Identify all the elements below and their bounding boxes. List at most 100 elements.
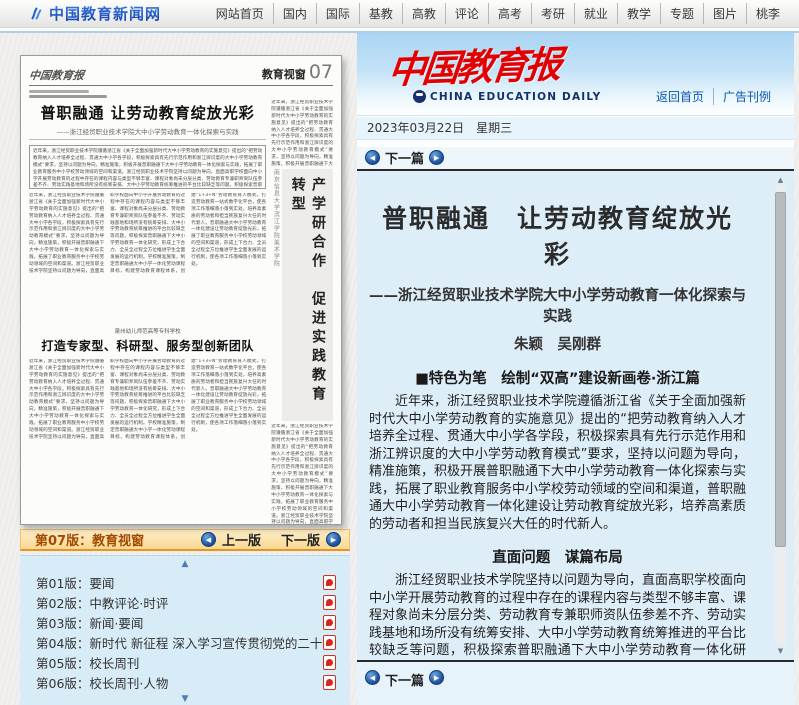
paper-main-column: 普职融通 让劳动教育绽放光彩 ——浙江经贸职业技术学院大中小学劳动教育一体化探索… <box>29 100 266 525</box>
article-section-heading-1: 直面问题 谋篇布局 <box>369 546 746 567</box>
article-paragraph-1: 近年来，浙江经贸职业技术学院遵循浙江省《关于全面加强新时代大中小学劳动教育的实施… <box>369 393 746 533</box>
article-content: 普职融通 让劳动教育绽放光彩 ——浙江经贸职业技术学院大中小学劳动教育一体化探索… <box>357 171 794 660</box>
paper-lead-box: 近年来，浙江经贸职业技术学院遵循浙江省《关于全面加强新时代大中小学劳动教育的实施… <box>29 145 266 189</box>
prev-edition-button[interactable]: 上一版 <box>222 530 261 549</box>
pdf-icon[interactable] <box>323 635 336 650</box>
site-logo-text: 中国教育新闻网 <box>49 3 161 24</box>
article-authors: 朱颖 吴刚群 <box>369 333 746 354</box>
article-title: 普职融通 让劳动教育绽放光彩 <box>369 199 746 271</box>
edition-row-02[interactable]: 第02版：中教评论·时评 <box>20 592 350 612</box>
paper-side-column: 近年来，浙江经贸职业技术学院遵循浙江省《关于全面加强新时代大中小学劳动教育的实施… <box>271 100 333 525</box>
masthead: 中国教育报 CHINA EDUCATION DAILY 返回首页 广告刊例 <box>357 33 794 116</box>
nav-item-teaching[interactable]: 教学 <box>617 3 660 24</box>
paper-body: 普职融通 让劳动教育绽放光彩 ——浙江经贸职业技术学院大中小学劳动教育一体化探索… <box>29 100 333 525</box>
paper-text-columns-2: 近年来，浙江经贸职业技术学院遵循浙江省《关于全面加强新时代大中小学劳动教育的实施… <box>29 359 266 475</box>
next-edition-button[interactable]: 下一版 <box>281 530 320 549</box>
next-article-icon-bottom[interactable]: ▶ <box>429 670 444 685</box>
masthead-english: CHINA EDUCATION DAILY <box>413 90 601 103</box>
paper-header: 中国教育报 教育视窗 07 <box>29 61 333 86</box>
date-text: 2023年03月22日 星期三 <box>367 119 512 136</box>
pdf-icon[interactable] <box>323 675 336 690</box>
nav-item-special[interactable]: 专题 <box>660 3 703 24</box>
pdf-icon[interactable] <box>323 575 336 590</box>
edition-pagination: ◀ 上一版 下一版 ▶ <box>201 530 341 549</box>
nav-item-photos[interactable]: 图片 <box>703 3 746 24</box>
article-body-panel: 普职融通 让劳动教育绽放光彩 ——浙江经贸职业技术学院大中小学劳动教育一体化探索… <box>357 171 794 660</box>
nav-item-higher-edu[interactable]: 高教 <box>402 3 445 24</box>
paper-vertical-article: 南京信息大学滨江学院美术学院 产学研合作 促进实践教育转型 <box>271 169 333 421</box>
scroll-up-icon[interactable]: ▲ <box>774 176 787 184</box>
site-logo-icon <box>28 6 44 22</box>
edition-row-01[interactable]: 第01版：要闻 <box>20 572 350 592</box>
pdf-icon[interactable] <box>323 595 336 610</box>
paper-brand: 中国教育报 <box>28 67 85 83</box>
paper-side-text-top: 近年来，浙江经贸职业技术学院遵循浙江省《关于全面加强新时代大中小学劳动教育的实施… <box>271 100 333 166</box>
edition-list: 第01版：要闻 第02版：中教评论·时评 第03版：新闻·要闻 第04版：新时代… <box>20 572 350 693</box>
paper-text-columns: 近年来，浙江经贸职业技术学院遵循浙江省《关于全面加强新时代大中小学劳动教育的实施… <box>29 193 266 321</box>
paper-edition: 教育视窗 07 <box>262 61 333 83</box>
expand-arrow-icon: ▼ <box>182 694 189 704</box>
prev-article-icon[interactable]: ◀ <box>365 150 380 165</box>
prev-edition-icon[interactable]: ◀ <box>201 532 216 547</box>
left-column: 中国教育报 教育视窗 07 普职融通 让劳动教育绽放光彩 ——浙江经贸职业技术学… <box>0 33 342 705</box>
nav-item-basic-edu[interactable]: 基教 <box>359 3 402 24</box>
collapse-strip[interactable]: ▲ <box>20 556 350 572</box>
scroll-down-icon[interactable]: ▼ <box>774 647 787 655</box>
next-article-link-bottom[interactable]: 下一篇 <box>385 670 424 689</box>
pdf-icon[interactable] <box>323 615 336 630</box>
article-subtitle: ——浙江经贸职业技术学院大中小学劳动教育一体化探索与实践 <box>369 284 746 326</box>
main-layout: 中国教育报 教育视窗 07 普职融通 让劳动教育绽放光彩 ——浙江经贸职业技术学… <box>0 33 799 705</box>
scrollbar[interactable]: ▲ ▼ <box>774 176 787 655</box>
article-series-heading: ■特色为笔 绘制“双高”建设新画卷·浙江篇 <box>369 367 746 388</box>
paper-edition-label: 教育视窗 <box>262 66 306 82</box>
right-column: 中国教育报 CHINA EDUCATION DAILY 返回首页 广告刊例 20… <box>357 33 794 705</box>
nav-item-international[interactable]: 国际 <box>316 3 359 24</box>
expand-strip[interactable]: ▼ <box>20 693 350 705</box>
masthead-english-text: CHINA EDUCATION DAILY <box>430 91 601 103</box>
next-article-link-top[interactable]: 下一篇 <box>385 148 424 167</box>
article-nav-bottom: ◀ 下一篇 ▶ <box>357 660 794 705</box>
newspaper-page-preview[interactable]: 中国教育报 教育视窗 07 普职融通 让劳动教育绽放光彩 ——浙江经贸职业技术学… <box>20 55 342 525</box>
edition-row-06[interactable]: 第06版：校长周刊·人物 <box>20 672 350 692</box>
paper-vertical-headline: 产学研合作 促进实践教育转型 <box>282 169 333 421</box>
site-logo[interactable]: 中国教育新闻网 <box>28 3 161 24</box>
paper-edition-number: 07 <box>309 61 333 83</box>
paper-side-text-bottom: 近年来，浙江经贸职业技术学院遵循浙江省《关于全面加强新时代大中小学劳动教育的实施… <box>271 424 333 525</box>
paper-article2-headline: 打造专家型、科研型、服务型创新团队 <box>29 337 266 354</box>
paper-badge <box>29 90 107 98</box>
page: 中国教育新闻网 网站首页 国内 国际 基教 高教 评论 高考 考研 就业 教学 … <box>0 0 799 705</box>
scrollbar-thumb[interactable] <box>775 192 786 546</box>
edition-list-panel: ▲ 第01版：要闻 第02版：中教评论·时评 第03版：新闻·要闻 第04版：新… <box>20 555 350 705</box>
paper-subhead: ——浙江经贸职业技术学院大中小学劳动教育一体化探索与实践 <box>29 126 266 140</box>
top-nav-menu: 网站首页 国内 国际 基教 高教 评论 高考 考研 就业 教学 专题 图片 桃李 <box>207 3 789 24</box>
spacer <box>357 140 794 147</box>
pdf-icon[interactable] <box>323 655 336 670</box>
next-article-icon[interactable]: ▶ <box>429 150 444 165</box>
ced-logo-icon <box>413 90 426 103</box>
nav-item-gaokao[interactable]: 高考 <box>488 3 531 24</box>
masthead-title: 中国教育报 <box>386 34 562 94</box>
date-bar: 2023年03月22日 星期三 <box>357 116 794 140</box>
nav-item-taoli[interactable]: 桃李 <box>746 3 789 24</box>
back-home-link[interactable]: 返回首页 <box>647 88 713 105</box>
nav-item-domestic[interactable]: 国内 <box>273 3 316 24</box>
nav-item-home[interactable]: 网站首页 <box>207 3 273 24</box>
ad-rates-link[interactable]: 广告刊例 <box>713 88 780 105</box>
edition-bar: 第07版：教育视窗 ◀ 上一版 下一版 ▶ <box>20 529 350 551</box>
paper-headline: 普职融通 让劳动教育绽放光彩 <box>29 102 266 123</box>
nav-item-kaoyan[interactable]: 考研 <box>531 3 574 24</box>
edition-row-04[interactable]: 第04版：新时代 新征程 深入学习宣传贯彻党的二十大精神专刊 <box>20 632 350 652</box>
article-nav-top: ◀ 下一篇 ▶ <box>357 147 794 172</box>
top-navbar: 中国教育新闻网 网站首页 国内 国际 基教 高教 评论 高考 考研 就业 教学 … <box>0 0 799 28</box>
edition-row-03[interactable]: 第03版：新闻·要闻 <box>20 612 350 632</box>
prev-article-icon-bottom[interactable]: ◀ <box>365 670 380 685</box>
paper-article2-kicker: 泉州幼儿师范高等专科学校 <box>29 327 266 335</box>
nav-item-commentary[interactable]: 评论 <box>445 3 488 24</box>
nav-item-employment[interactable]: 就业 <box>574 3 617 24</box>
next-edition-icon[interactable]: ▶ <box>326 532 341 547</box>
masthead-links: 返回首页 广告刊例 <box>647 88 780 105</box>
collapse-arrow-icon: ▲ <box>182 559 189 569</box>
edition-row-05[interactable]: 第05版：校长周刊 <box>20 652 350 672</box>
current-edition-label: 第07版：教育视窗 <box>35 530 144 549</box>
paper-vertical-caption: 南京信息大学滨江学院美术学院 <box>271 169 280 319</box>
